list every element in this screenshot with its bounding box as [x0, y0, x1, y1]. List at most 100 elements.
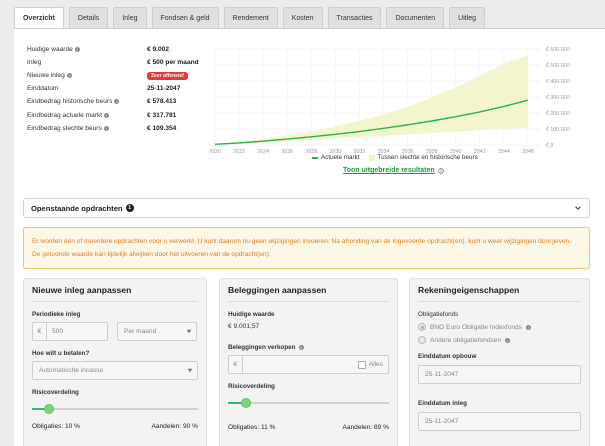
tab-inleg[interactable]: Inleg [113, 7, 147, 28]
summary-row-current-market: Eindbedrag actuele markt i € 317.781 [27, 108, 217, 121]
x-tick-label: 2020 [210, 149, 221, 155]
y-tick-label: € 500.000 [546, 63, 570, 69]
card-title: Rekeningeigenschappen [418, 285, 581, 302]
summary-row-bad-market: Eindbedrag slechte beurs i € 109.354 [27, 122, 217, 135]
dropdown-arrow-icon [186, 329, 192, 334]
summary-label: Eindbedrag historische beurs [27, 98, 113, 106]
info-icon[interactable]: i [66, 73, 72, 79]
info-icon [437, 167, 444, 174]
summary-list: Huidige waarde i € 9.002 Inleg € 500 per … [27, 43, 217, 135]
tab-overzicht[interactable]: Overzicht [14, 7, 64, 29]
sell-amount-input[interactable]: € Alles [228, 355, 389, 374]
accordion-title: Openstaande opdrachten [31, 203, 123, 213]
card-title: Beleggingen aanpassen [228, 285, 389, 302]
tab-kosten[interactable]: Kosten [282, 7, 323, 28]
pending-warning: Er worden één of meerdere opdrachten voo… [23, 227, 590, 269]
tab-uitleg[interactable]: Uitleg [449, 7, 486, 28]
radio-label: BNO Euro Obligatie Indexfonds [430, 323, 522, 331]
field-label: Obligatiefonds [418, 311, 459, 318]
x-tick-label: 2022 [233, 149, 245, 155]
sell-all-checkbox[interactable]: Alles [357, 360, 388, 369]
chevron-down-icon [575, 206, 581, 210]
legend-label: Tussen slechte en historische beurs [377, 154, 478, 161]
deposit-period-select[interactable]: Per maand [117, 322, 197, 341]
end-date-build-input[interactable]: 25-11-2047 [418, 365, 581, 384]
summary-label: Einddatum [27, 85, 59, 93]
radio-label: Andere obligatiefondsen [430, 336, 502, 344]
summary-row-new-deposit: Nieuwe inleg i Zeer offensief [27, 69, 217, 82]
show-results-link[interactable]: Toon uitgebreide resultaten [343, 167, 444, 174]
field-label: Risicoverdeling [228, 383, 275, 390]
tab-transacties[interactable]: Transacties [327, 7, 382, 28]
fund-option-other[interactable]: Andere obligatiefondsen i [418, 336, 581, 344]
tab-documenten[interactable]: Documenten [386, 7, 445, 28]
bonds-percentage: Obligaties: 11 % [228, 424, 276, 431]
field-label: Huidige waarde [228, 311, 275, 318]
summary-value: € 109.354 [147, 124, 177, 132]
x-tick-label: 2026 [281, 149, 293, 155]
info-icon[interactable]: i [104, 112, 110, 118]
select-value: Per maand [124, 328, 157, 335]
info-icon[interactable]: i [114, 99, 120, 105]
tab-rendement[interactable]: Rendement [223, 7, 278, 28]
info-icon[interactable]: i [526, 324, 531, 330]
y-tick-label: € 100.000 [546, 127, 570, 133]
field-label: Hoe wilt u betalen? [32, 350, 90, 357]
currency-prefix: € [229, 356, 243, 373]
risk-slider[interactable] [228, 398, 389, 408]
pending-count-badge: 1 [125, 204, 134, 212]
risk-profile-badge: Zeer offensief [147, 71, 188, 80]
account-properties-card: Rekeningeigenschappen Obligatiefonds BNO… [409, 278, 590, 446]
info-icon[interactable]: i [505, 337, 511, 343]
legend-swatch-band [368, 154, 375, 161]
y-tick-label: € 0 [546, 143, 553, 149]
new-deposit-card: Nieuwe inleg aanpassen Periodieke inleg … [23, 278, 207, 446]
card-title: Nieuwe inleg aanpassen [32, 285, 198, 302]
summary-label: Nieuwe inleg [27, 72, 65, 80]
select-value: Automatische incasso [39, 367, 104, 374]
summary-label: Eindbedrag actuele markt [27, 111, 103, 119]
summary-row-historic: Eindbedrag historische beurs i € 578.413 [27, 95, 217, 108]
radio-button[interactable] [418, 323, 426, 331]
summary-label: Inleg [27, 59, 42, 67]
summary-label: Eindbedrag slechte beurs [27, 124, 102, 132]
end-date-deposit-input[interactable]: 25-11-2047 [418, 412, 581, 431]
stocks-percentage: Aandelen: 90 % [151, 423, 198, 430]
projection-chart: € 0 € 100.000 € 200.000 € 300.000 € 400.000 €… [210, 47, 570, 155]
info-icon[interactable]: i [74, 47, 80, 53]
tab-bar: Overzicht Details Inleg Fondsen & geld R… [14, 7, 486, 29]
results-link-label: Toon uitgebreide resultaten [343, 167, 435, 174]
range-band [215, 55, 528, 145]
y-tick-label: € 300.000 [546, 95, 570, 101]
summary-value: € 500 per maand [147, 59, 199, 67]
dropdown-arrow-icon [187, 368, 193, 373]
overview-panel: Huidige waarde i € 9.002 Inleg € 500 per … [14, 28, 605, 446]
checkbox-box[interactable] [357, 360, 366, 369]
slider-track [32, 408, 198, 410]
chart-legend: Actuele markt Tussen slechte en historis… [312, 154, 478, 161]
y-tick-label: € 400.000 [546, 79, 570, 85]
tab-fondsen[interactable]: Fondsen & geld [151, 7, 219, 28]
deposit-amount-value: 500 [52, 328, 64, 335]
field-label: Einddatum opbouw [418, 353, 477, 360]
summary-row-current-value: Huidige waarde i € 9.002 [27, 43, 217, 56]
summary-label: Huidige waarde [27, 46, 73, 54]
radio-button[interactable] [418, 336, 426, 344]
info-icon[interactable]: i [298, 345, 304, 350]
x-tick-label: 2046 [522, 149, 534, 155]
risk-slider[interactable] [32, 404, 198, 414]
legend-label: Actuele markt [321, 154, 360, 161]
stocks-percentage: Aandelen: 89 % [342, 424, 389, 431]
fund-option-bno[interactable]: BNO Euro Obligatie Indexfonds i [418, 323, 581, 331]
current-value: € 9.001,57 [228, 323, 260, 330]
deposit-amount-input[interactable]: € 500 [32, 322, 108, 341]
bonds-percentage: Obligaties: 10 % [32, 423, 81, 430]
pending-orders-accordion[interactable]: Openstaande opdrachten 1 [23, 198, 590, 218]
summary-row-end-date: Einddatum 25-11-2047 [27, 82, 217, 95]
slider-handle[interactable] [43, 404, 54, 414]
slider-handle[interactable] [240, 398, 251, 408]
tab-details[interactable]: Details [68, 7, 109, 28]
info-icon[interactable]: i [103, 125, 109, 131]
legend-swatch-line [312, 156, 318, 159]
payment-method-select[interactable]: Automatische incasso [32, 361, 198, 380]
